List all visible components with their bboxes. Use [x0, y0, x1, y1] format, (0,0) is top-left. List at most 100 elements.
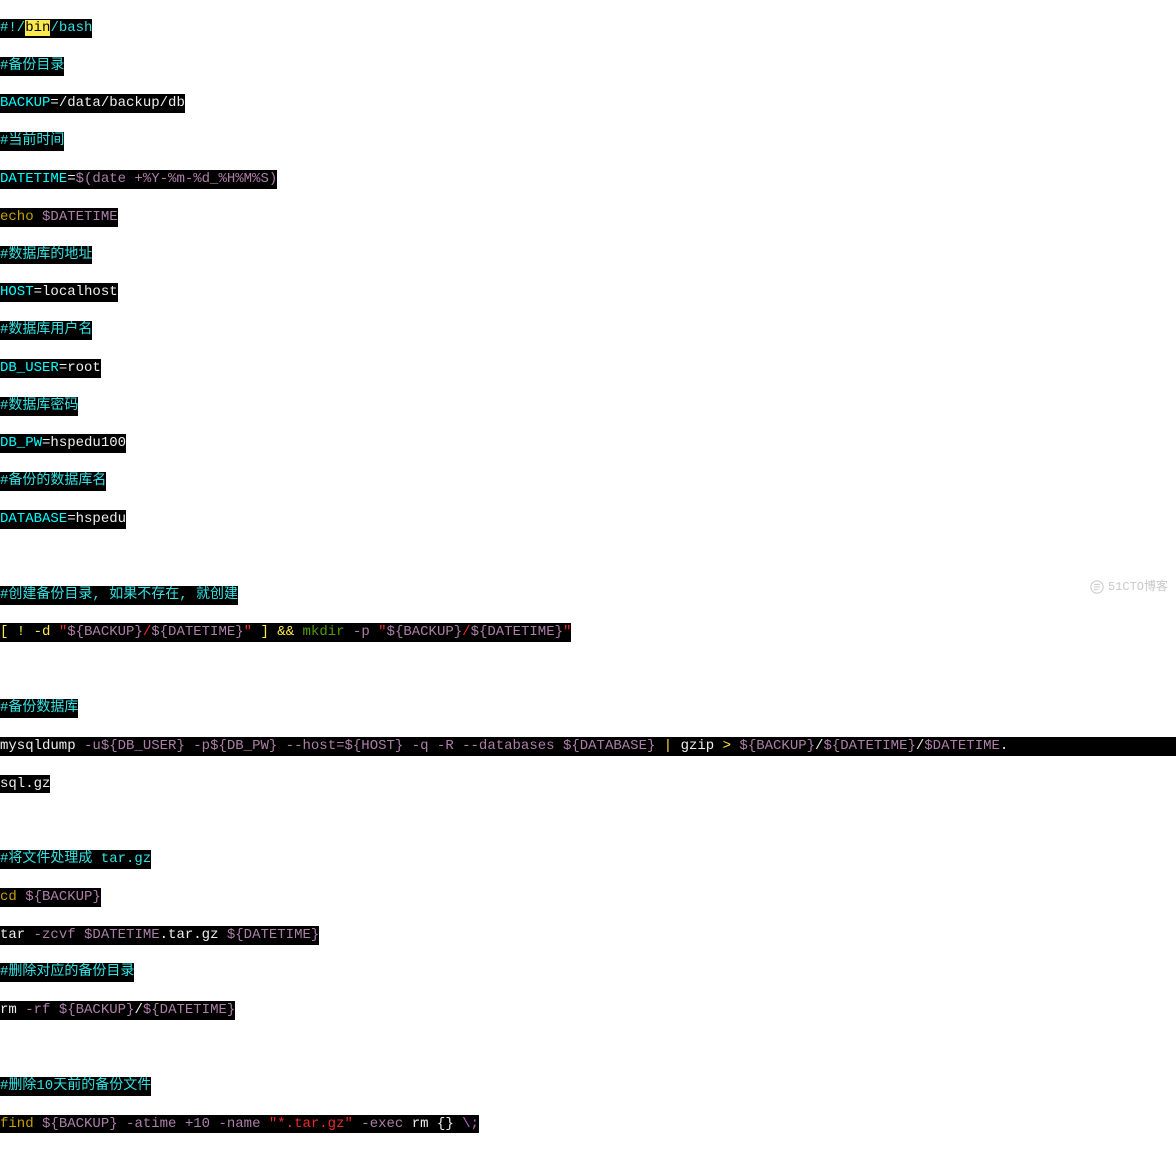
token: / — [815, 738, 823, 754]
var-ref: ${DB_PW} — [210, 738, 277, 754]
blog-icon — [1090, 580, 1104, 594]
code-line: #数据库用户名 — [0, 321, 92, 340]
var-ref: ${BACKUP} — [25, 889, 101, 905]
blank-line — [0, 1039, 8, 1058]
flag: -u — [84, 738, 101, 754]
code-line: #!/bin/bash — [0, 19, 92, 38]
code-line: DB_USER=root — [0, 359, 101, 378]
var-name: DB_USER — [0, 360, 59, 376]
blank-line — [0, 812, 8, 831]
comment: #当前时间 — [0, 133, 64, 149]
code-line: rm -rf ${BACKUP}/${DATETIME} — [0, 1001, 235, 1020]
comment: #删除对应的备份目录 — [0, 964, 134, 980]
comment: #将文件处理成 tar.gz — [0, 851, 151, 867]
token: #!/ — [0, 20, 25, 36]
token: =hspedu — [67, 511, 126, 527]
cmd: mkdir — [294, 624, 353, 640]
var-name: DATETIME — [0, 171, 67, 187]
cmd: rm — [0, 1002, 25, 1018]
watermark-text: 51CTO博客 — [1108, 580, 1168, 594]
token: = — [67, 171, 75, 187]
token: / — [134, 1002, 142, 1018]
flag: -rf — [25, 1002, 59, 1018]
var-ref: $DATETIME — [42, 209, 118, 225]
code-line: #删除10天前的备份文件 — [0, 1077, 151, 1096]
code-line: #当前时间 — [0, 132, 64, 151]
code-line: #备份数据库 — [0, 699, 78, 718]
token: " — [244, 624, 252, 640]
code-line: echo $DATETIME — [0, 208, 118, 227]
token: .tar.gz — [160, 927, 227, 943]
flag: -p — [185, 738, 210, 754]
blank-line — [0, 661, 8, 680]
cmd: gzip — [681, 738, 715, 754]
cmd: tar — [0, 927, 34, 943]
flag: -q -R --databases — [403, 738, 563, 754]
var-ref: $DATETIME — [924, 738, 1000, 754]
var-ref: ${DATETIME} — [151, 624, 243, 640]
code-line: #备份的数据库名 — [0, 472, 106, 491]
flag: -p — [353, 624, 378, 640]
var-name: DB_PW — [0, 435, 42, 451]
var-ref: ${BACKUP} — [59, 1002, 135, 1018]
var-name: HOST — [0, 284, 34, 300]
var-ref: ${DATETIME} — [143, 1002, 235, 1018]
var-ref: ${DATETIME} — [227, 927, 319, 943]
var-name: DATABASE — [0, 511, 67, 527]
code-line: mysqldump -u${DB_USER} -p${DB_PW} --host… — [0, 737, 1176, 756]
token: && — [277, 624, 294, 640]
flag: --host= — [277, 738, 344, 754]
token: / — [462, 624, 470, 640]
var-ref: ${DATABASE} — [563, 738, 655, 754]
code-line: #数据库密码 — [0, 397, 78, 416]
code-line: HOST=localhost — [0, 283, 118, 302]
token: /bash — [50, 20, 92, 36]
flag: -atime +10 -name — [118, 1116, 269, 1132]
token: > — [714, 738, 739, 754]
cmd: rm — [412, 1116, 437, 1132]
cmd: find — [0, 1116, 42, 1132]
token: / — [916, 738, 924, 754]
cmd: mysqldump — [0, 738, 84, 754]
comment: #备份目录 — [0, 58, 64, 74]
var-ref: ${BACKUP} — [739, 738, 815, 754]
blank-line — [0, 548, 8, 567]
code-line: #删除对应的备份目录 — [0, 963, 134, 982]
comment: #数据库密码 — [0, 398, 78, 414]
code-line: DATETIME=$(date +%Y-%m-%d_%H%M%S) — [0, 170, 277, 189]
token: [ ! -d — [0, 624, 59, 640]
token: =hspedu100 — [42, 435, 126, 451]
token: {} — [437, 1116, 462, 1132]
var-ref: ${DB_USER} — [101, 738, 185, 754]
code-line: BACKUP=/data/backup/db — [0, 94, 185, 113]
token: . — [1000, 738, 1008, 754]
var-ref: ${BACKUP} — [67, 624, 143, 640]
token: ] — [252, 624, 277, 640]
code-line: sql.gz — [0, 775, 50, 794]
code-line: DATABASE=hspedu — [0, 510, 126, 529]
var-ref: ${BACKUP} — [387, 624, 463, 640]
token: =localhost — [34, 284, 118, 300]
comment: #数据库的地址 — [0, 247, 92, 263]
var-ref: ${BACKUP} — [42, 1116, 118, 1132]
code-line: cd ${BACKUP} — [0, 888, 101, 907]
code-line: tar -zcvf $DATETIME.tar.gz ${DATETIME} — [0, 926, 319, 945]
token: " — [563, 624, 571, 640]
token: " — [378, 624, 386, 640]
code-line: #数据库的地址 — [0, 246, 92, 265]
code-line: #创建备份目录, 如果不存在, 就创建 — [0, 586, 238, 605]
string: "*.tar.gz" — [269, 1116, 353, 1132]
var-ref: ${HOST} — [345, 738, 404, 754]
comment: #备份数据库 — [0, 700, 78, 716]
token: =root — [59, 360, 101, 376]
flag: -exec — [353, 1116, 412, 1132]
code-line: #将文件处理成 tar.gz — [0, 850, 151, 869]
var-ref: ${DATETIME} — [471, 624, 563, 640]
cmd: cd — [0, 889, 25, 905]
code-line: find ${BACKUP} -atime +10 -name "*.tar.g… — [0, 1115, 479, 1134]
watermark: 51CTO博客 — [1090, 579, 1168, 595]
comment: #数据库用户名 — [0, 322, 92, 338]
keyword: echo — [0, 209, 42, 225]
comment: #备份的数据库名 — [0, 473, 106, 489]
var-name: BACKUP — [0, 95, 50, 111]
